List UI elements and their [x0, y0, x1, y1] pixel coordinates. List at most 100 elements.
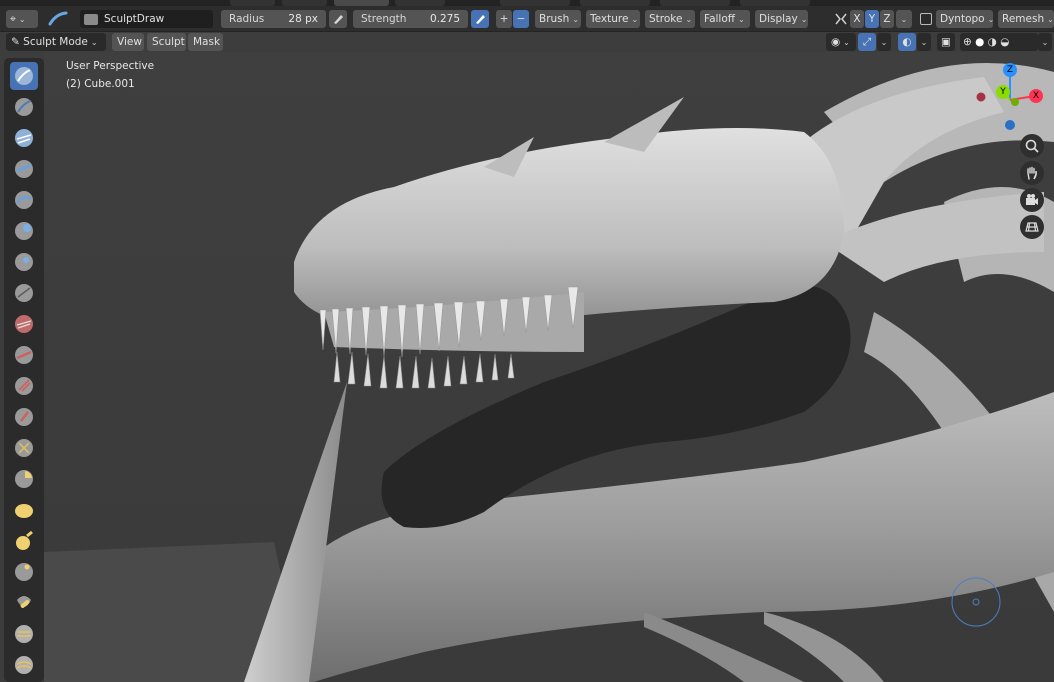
remesh-label: Remesh: [1002, 13, 1045, 25]
strength-pressure-toggle[interactable]: [471, 10, 489, 28]
nudge-icon: [15, 563, 33, 581]
tool-clay-strips[interactable]: [10, 155, 38, 183]
display-menu[interactable]: Display ⌄: [755, 10, 808, 28]
tool-shelf: [4, 58, 44, 682]
falloff-menu[interactable]: Falloff ⌄: [700, 10, 750, 28]
dyntopo-menu[interactable]: Dyntopo ⌄: [936, 10, 993, 28]
eye-icon: ◉: [831, 36, 841, 48]
tool-draw-sharp[interactable]: [10, 93, 38, 121]
pan-view-button[interactable]: [1020, 161, 1044, 185]
symmetry-dropdown[interactable]: ⌄: [896, 10, 912, 28]
overlays-toggle[interactable]: ◐: [898, 33, 916, 51]
dyntopo-checkbox[interactable]: [920, 13, 932, 25]
clay-icon: [15, 129, 33, 147]
tool-flatten[interactable]: [10, 341, 38, 369]
radius-pressure-toggle[interactable]: [329, 10, 347, 28]
tool-snake-hook[interactable]: [10, 496, 38, 524]
chevron-down-icon: ⌄: [880, 38, 888, 47]
gizmo-z-axis[interactable]: Z: [1003, 63, 1017, 77]
draw-brush-icon: [15, 67, 33, 85]
camera-view-button[interactable]: [1020, 188, 1044, 212]
direction-add-button[interactable]: +: [496, 10, 512, 28]
grab-icon: [15, 470, 33, 488]
draw-sharp-icon: [15, 98, 33, 116]
grid-icon: [1025, 222, 1039, 232]
xray-toggle[interactable]: ▣: [937, 33, 955, 51]
shading-dropdown[interactable]: ⌄: [1038, 33, 1052, 51]
tool-fill[interactable]: [10, 372, 38, 400]
tool-thumb[interactable]: [10, 527, 38, 555]
texture-menu[interactable]: Texture ⌄: [586, 10, 640, 28]
mask-menu[interactable]: Mask: [188, 33, 223, 51]
tool-grab[interactable]: [10, 465, 38, 493]
radius-value: 28 px: [288, 13, 318, 25]
mode-selector[interactable]: ✎ Sculpt Mode ⌄: [6, 33, 106, 51]
zoom-view-button[interactable]: [1020, 134, 1044, 158]
tool-layer[interactable]: [10, 186, 38, 214]
symmetry-icon[interactable]: [833, 10, 849, 28]
gizmo-y-axis[interactable]: Y: [996, 85, 1010, 99]
display-menu-label: Display: [759, 13, 798, 25]
brush-preview-icon[interactable]: [44, 10, 70, 28]
hand-icon: [1027, 166, 1037, 180]
chevron-down-icon: ⌄: [800, 15, 808, 24]
direction-subtract-button[interactable]: −: [513, 10, 529, 28]
tool-draw[interactable]: [10, 62, 38, 90]
tool-simplify[interactable]: [10, 620, 38, 648]
radius-field[interactable]: Radius 28 px: [221, 10, 326, 28]
brush-name-field[interactable]: SculptDraw: [80, 10, 213, 28]
tool-mask[interactable]: [10, 651, 38, 679]
symmetry-x-toggle[interactable]: X: [850, 10, 864, 28]
snake-hook-icon: [15, 504, 33, 518]
smooth-icon: [15, 315, 33, 333]
brush-menu[interactable]: Brush ⌄: [535, 10, 581, 28]
ortho-toggle-button[interactable]: [1020, 215, 1044, 239]
tool-rotate[interactable]: [10, 589, 38, 617]
gizmo-x-axis[interactable]: X: [1029, 89, 1043, 103]
solid-shading-icon[interactable]: ●: [975, 36, 984, 48]
editor-type-button[interactable]: ⌖ ⌄: [6, 10, 38, 28]
chevron-down-icon: ⌄: [1047, 15, 1054, 24]
overlays-dropdown[interactable]: ⌄: [917, 33, 931, 51]
tool-scrape[interactable]: [10, 403, 38, 431]
tool-blob[interactable]: [10, 248, 38, 276]
strength-field[interactable]: Strength 0.275: [353, 10, 468, 28]
visibility-dropdown[interactable]: ◉ ⌄: [826, 33, 856, 51]
chevron-down-icon: ⌄: [843, 38, 850, 47]
remesh-menu[interactable]: Remesh ⌄: [998, 10, 1054, 28]
brush-datablock-icon: [84, 13, 98, 25]
tool-crease[interactable]: [10, 279, 38, 307]
material-shading-icon[interactable]: ◑: [988, 36, 997, 48]
radius-label: Radius: [229, 13, 265, 25]
thumb-icon: [16, 530, 33, 550]
symmetry-y-toggle[interactable]: Y: [865, 10, 879, 28]
wireframe-shading-icon[interactable]: ⊕: [963, 36, 972, 48]
tool-inflate[interactable]: [10, 217, 38, 245]
xray-icon: ▣: [941, 36, 951, 48]
chevron-down-icon: ⌄: [900, 15, 908, 24]
navigation-gizmo[interactable]: Z X Y: [975, 60, 1045, 135]
3d-viewport[interactable]: User Perspective (2) Cube.001: [44, 52, 1054, 682]
gizmo-icon: ⤢: [862, 36, 872, 48]
sculpt-menu[interactable]: Sculpt: [147, 33, 186, 51]
pen-pressure-icon: [334, 15, 343, 24]
tool-clay[interactable]: [10, 124, 38, 152]
shading-mode-group: ⊕ ● ◑ ◒: [960, 33, 1038, 51]
chevron-down-icon: ⌄: [90, 38, 98, 47]
gizmo-dropdown[interactable]: ⌄: [877, 33, 891, 51]
viewport-header: ✎ Sculpt Mode ⌄ View Sculpt Mask ◉ ⌄ ⤢ ⌄ ◐…: [0, 32, 1054, 52]
mask-icon: [15, 656, 33, 674]
tool-smooth[interactable]: [10, 310, 38, 338]
gizmo-toggle[interactable]: ⤢: [858, 33, 876, 51]
tool-pinch[interactable]: [10, 434, 38, 462]
chevron-down-icon: ⌄: [572, 15, 580, 24]
symmetry-z-toggle[interactable]: Z: [880, 10, 894, 28]
stroke-menu[interactable]: Stroke ⌄: [645, 10, 695, 28]
falloff-menu-label: Falloff: [704, 13, 736, 25]
texture-menu-label: Texture: [590, 13, 629, 25]
tool-nudge[interactable]: [10, 558, 38, 586]
view-menu[interactable]: View: [112, 33, 144, 51]
pinch-icon: [15, 439, 33, 457]
rendered-shading-icon[interactable]: ◒: [1000, 36, 1009, 48]
stroke-menu-label: Stroke: [649, 13, 683, 25]
